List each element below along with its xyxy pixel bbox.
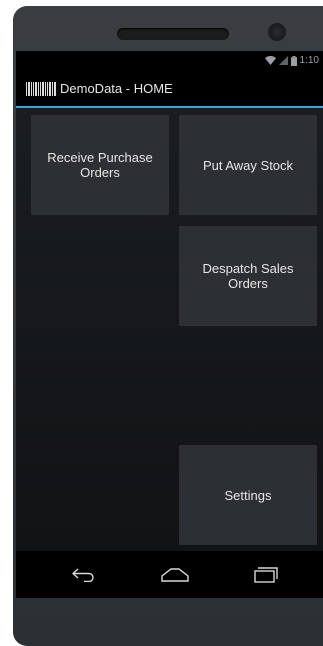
settings-label: Settings: [224, 487, 272, 503]
camera-icon: [268, 23, 286, 41]
status-time: 1:10: [299, 55, 319, 66]
receive-purchase-orders-button[interactable]: Receive Purchase Orders: [31, 115, 169, 215]
back-button[interactable]: [54, 551, 114, 598]
recents-icon: [254, 566, 278, 583]
navigation-bar: [16, 551, 323, 598]
back-icon: [72, 567, 94, 582]
battery-icon: [290, 55, 297, 66]
home-button[interactable]: [145, 551, 205, 598]
status-bar: 1:10: [16, 51, 323, 71]
app-title: DemoData - HOME: [60, 81, 173, 96]
put-away-stock-button[interactable]: Put Away Stock: [179, 115, 317, 215]
despatch-sales-orders-button[interactable]: Despatch Sales Orders: [179, 226, 317, 326]
signal-icon: [278, 56, 288, 65]
action-bar: DemoData - HOME: [16, 71, 323, 108]
home-icon: [161, 567, 189, 582]
wifi-icon: [264, 56, 276, 65]
barcode-icon: [26, 81, 56, 96]
receive-purchase-orders-label: Receive Purchase Orders: [47, 150, 153, 180]
put-away-stock-label: Put Away Stock: [202, 157, 294, 173]
recents-button[interactable]: [236, 551, 296, 598]
settings-button[interactable]: Settings: [179, 445, 317, 545]
status-icons: 1:10: [264, 55, 319, 66]
despatch-sales-orders-label: Despatch Sales Orders: [202, 261, 294, 291]
device-screen: 1:10 DemoData - HOME Receive Purchase Or…: [16, 51, 323, 598]
device-frame: 1:10 DemoData - HOME Receive Purchase Or…: [13, 6, 323, 646]
speaker-grille: [117, 28, 229, 40]
